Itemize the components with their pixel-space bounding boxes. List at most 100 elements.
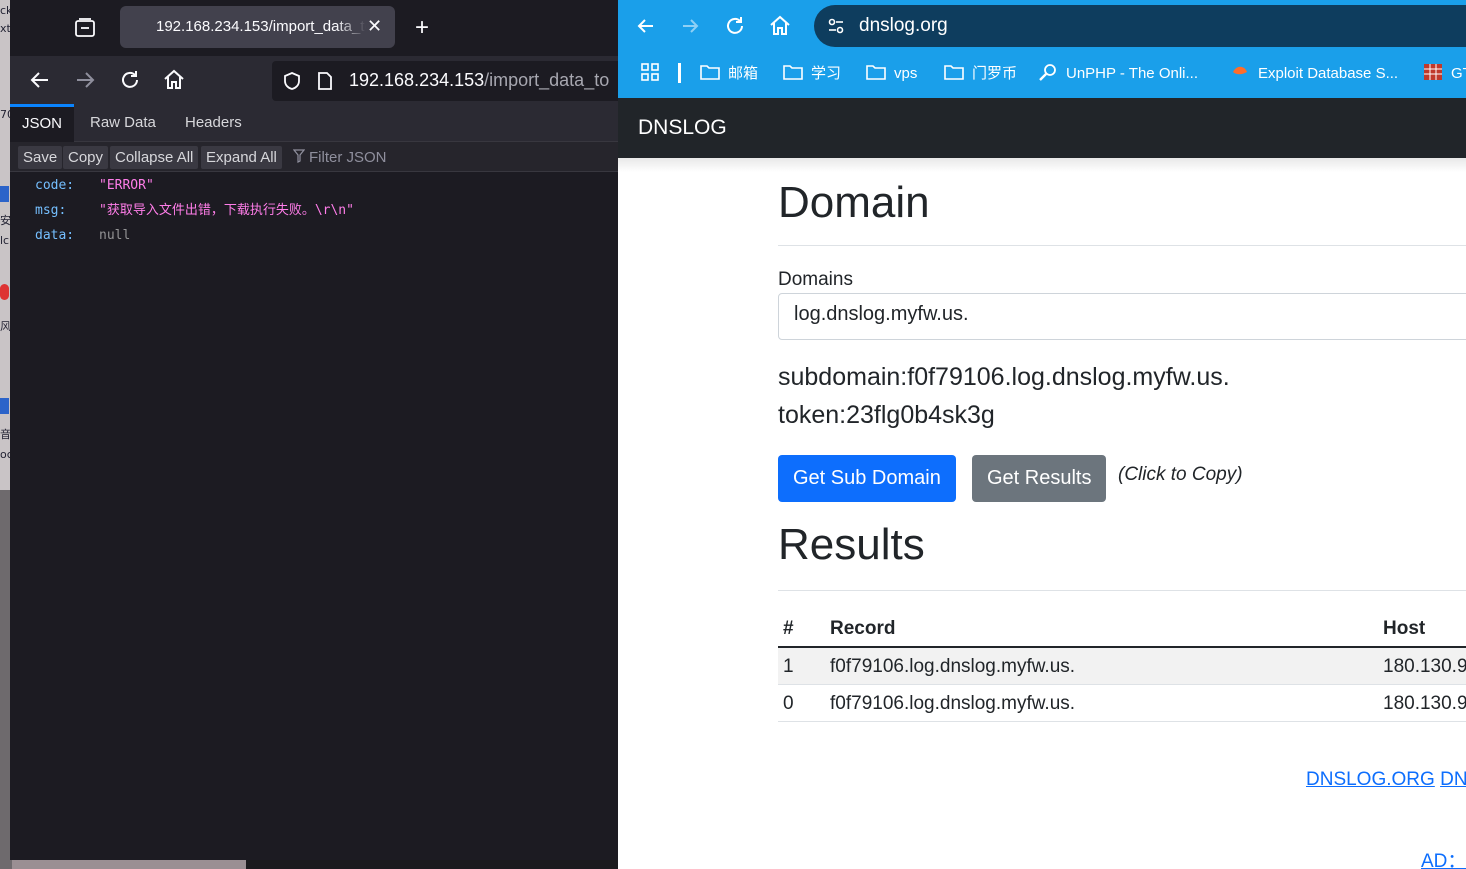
divider — [778, 590, 1466, 591]
tracking-shield-icon[interactable] — [282, 71, 302, 91]
json-viewer-tabs: JSON Raw Data Headers — [10, 104, 618, 142]
desktop-text-fragment: 70 — [0, 108, 10, 121]
bookmark-label: 门罗币 — [972, 65, 1018, 82]
site-info-icon[interactable] — [826, 16, 846, 36]
json-key: code: — [35, 178, 75, 193]
grid-app-icon — [1423, 63, 1443, 81]
bookmark-label: UnPHP - The Onli... — [1066, 65, 1198, 82]
firefox-navbar: 192.168.234.153/import_data_to — [10, 56, 618, 104]
bookmark-folder-study[interactable]: 学习 — [783, 62, 841, 86]
desktop-text-fragment: 音 — [0, 428, 10, 441]
exploit-db-icon — [1230, 63, 1250, 81]
forward-arrow-icon[interactable] — [678, 14, 702, 38]
tab-raw-data[interactable]: Raw Data — [78, 104, 168, 142]
desktop-text-fragment: 风 — [0, 320, 10, 333]
reload-icon[interactable] — [723, 14, 747, 38]
results-table-header: # Record Host — [778, 610, 1466, 648]
bookmark-unphp[interactable]: UnPHP - The Onli... — [1038, 62, 1198, 86]
column-header-host: Host — [1383, 618, 1426, 639]
desktop-app-icon[interactable] — [0, 398, 9, 414]
json-value: "ERROR" — [99, 178, 154, 193]
firefox-tab-strip: 192.168.234.153/import_data_to ✕ + — [10, 0, 618, 56]
json-key: data: — [35, 228, 75, 243]
expand-all-button[interactable]: Expand All — [201, 146, 282, 169]
page-title: Domain — [778, 178, 930, 227]
folder-icon — [866, 63, 886, 81]
firefox-active-tab[interactable]: 192.168.234.153/import_data_to ✕ — [120, 6, 395, 48]
url-text[interactable]: 192.168.234.153/import_data_to — [349, 70, 618, 92]
row-number: 0 — [783, 693, 794, 714]
bookmark-separator — [678, 63, 681, 83]
tab-json[interactable]: JSON — [10, 104, 75, 142]
json-value: "获取导入文件出错，下载执行失败。\r\n" — [99, 203, 354, 218]
navbar-shadow — [618, 158, 1466, 172]
click-to-copy-hint: (Click to Copy) — [1118, 464, 1243, 485]
new-tab-button[interactable]: + — [410, 16, 434, 40]
copy-button[interactable]: Copy — [63, 146, 109, 169]
footer-link-dnslog-org[interactable]: DNSLOG.ORG — [1306, 769, 1435, 790]
bookmark-label: Exploit Database S... — [1258, 65, 1399, 82]
bookmark-gt[interactable]: GT — [1423, 62, 1466, 86]
page-info-icon[interactable] — [316, 71, 334, 91]
row-record: f0f79106.log.dnslog.myfw.us. — [830, 656, 1076, 677]
desktop-text-fragment: lc — [0, 234, 10, 247]
footer-link-dns[interactable]: DNS — [1440, 769, 1466, 790]
column-header-number: # — [783, 618, 794, 639]
firefox-address-bar[interactable]: 192.168.234.153/import_data_to — [272, 61, 618, 101]
tab-title: 192.168.234.153/import_data_to — [156, 18, 366, 38]
folder-icon — [783, 63, 803, 81]
divider — [778, 245, 1466, 246]
url-text[interactable]: dnslog.org — [859, 15, 948, 39]
row-host: 180.130.96 — [1383, 656, 1466, 677]
desktop-text-fragment: 安 — [0, 214, 10, 227]
save-button[interactable]: Save — [18, 146, 63, 169]
filter-placeholder: Filter JSON — [309, 149, 387, 166]
bookmark-label: 邮箱 — [728, 65, 759, 82]
domains-select[interactable]: log.dnslog.myfw.us. — [778, 293, 1466, 340]
json-value: null — [99, 228, 131, 243]
site-brand[interactable]: DNSLOG — [638, 116, 727, 140]
bookmark-folder-vps[interactable]: vps — [866, 62, 917, 86]
forward-arrow-icon[interactable] — [73, 68, 97, 92]
desktop-app-icon[interactable] — [0, 186, 9, 202]
filter-json-input[interactable]: Filter JSON — [292, 146, 387, 169]
token-text[interactable]: token:23flg0b4sk3g — [778, 401, 995, 430]
magnifier-icon — [1038, 63, 1058, 81]
close-tab-icon[interactable]: ✕ — [367, 17, 383, 35]
table-row: 0 f0f79106.log.dnslog.myfw.us. 180.130.9… — [778, 685, 1466, 722]
apps-grid-icon[interactable] — [640, 62, 660, 86]
tab-headers[interactable]: Headers — [173, 104, 254, 142]
firefox-window: 192.168.234.153/import_data_to ✕ + 192.1… — [10, 0, 618, 860]
get-sub-domain-button[interactable]: Get Sub Domain — [778, 455, 956, 502]
bookmark-folder-mail[interactable]: 邮箱 — [700, 62, 758, 86]
bookmark-label: vps — [894, 65, 918, 82]
edge-window: dnslog.org 邮箱 学习 vps 门罗币 UnPHP - The Onl… — [618, 0, 1466, 869]
ad-link[interactable]: AD： — [1421, 846, 1466, 869]
url-path: /import_data_to — [484, 70, 610, 90]
bookmark-exploit-db[interactable]: Exploit Database S... — [1230, 62, 1398, 86]
bookmark-label: GT — [1451, 65, 1466, 82]
home-icon[interactable] — [162, 68, 186, 92]
collapse-all-button[interactable]: Collapse All — [110, 146, 199, 169]
subdomain-text[interactable]: subdomain:f0f79106.log.dnslog.myfw.us. — [778, 363, 1230, 392]
edge-address-bar[interactable]: dnslog.org — [814, 5, 1466, 47]
row-number: 1 — [783, 656, 794, 677]
back-arrow-icon[interactable] — [28, 68, 52, 92]
reload-icon[interactable] — [118, 68, 142, 92]
firefox-view-icon[interactable] — [72, 16, 98, 40]
screen: ck xt 70 安 lc 风 音 oc 192.168.234.153/imp… — [0, 0, 1466, 869]
edge-toolbar: dnslog.org 邮箱 学习 vps 门罗币 UnPHP - The Onl… — [618, 0, 1466, 98]
desktop-text-fragment: oc — [0, 448, 10, 461]
desktop-text-fragment: xt — [0, 22, 10, 35]
home-icon[interactable] — [768, 14, 792, 38]
back-arrow-icon[interactable] — [634, 14, 658, 38]
folder-icon — [944, 63, 964, 81]
footer-links: DNSLOG.ORG DNS — [1306, 769, 1466, 791]
bookmark-folder-monero[interactable]: 门罗币 — [944, 62, 1017, 86]
table-row: 1 f0f79106.log.dnslog.myfw.us. 180.130.9… — [778, 648, 1466, 685]
desktop-text-fragment: ck — [0, 4, 10, 17]
get-results-button[interactable]: Get Results — [972, 455, 1107, 502]
column-header-record: Record — [830, 618, 896, 639]
desktop-app-icon[interactable] — [0, 284, 9, 300]
results-heading: Results — [778, 520, 925, 569]
